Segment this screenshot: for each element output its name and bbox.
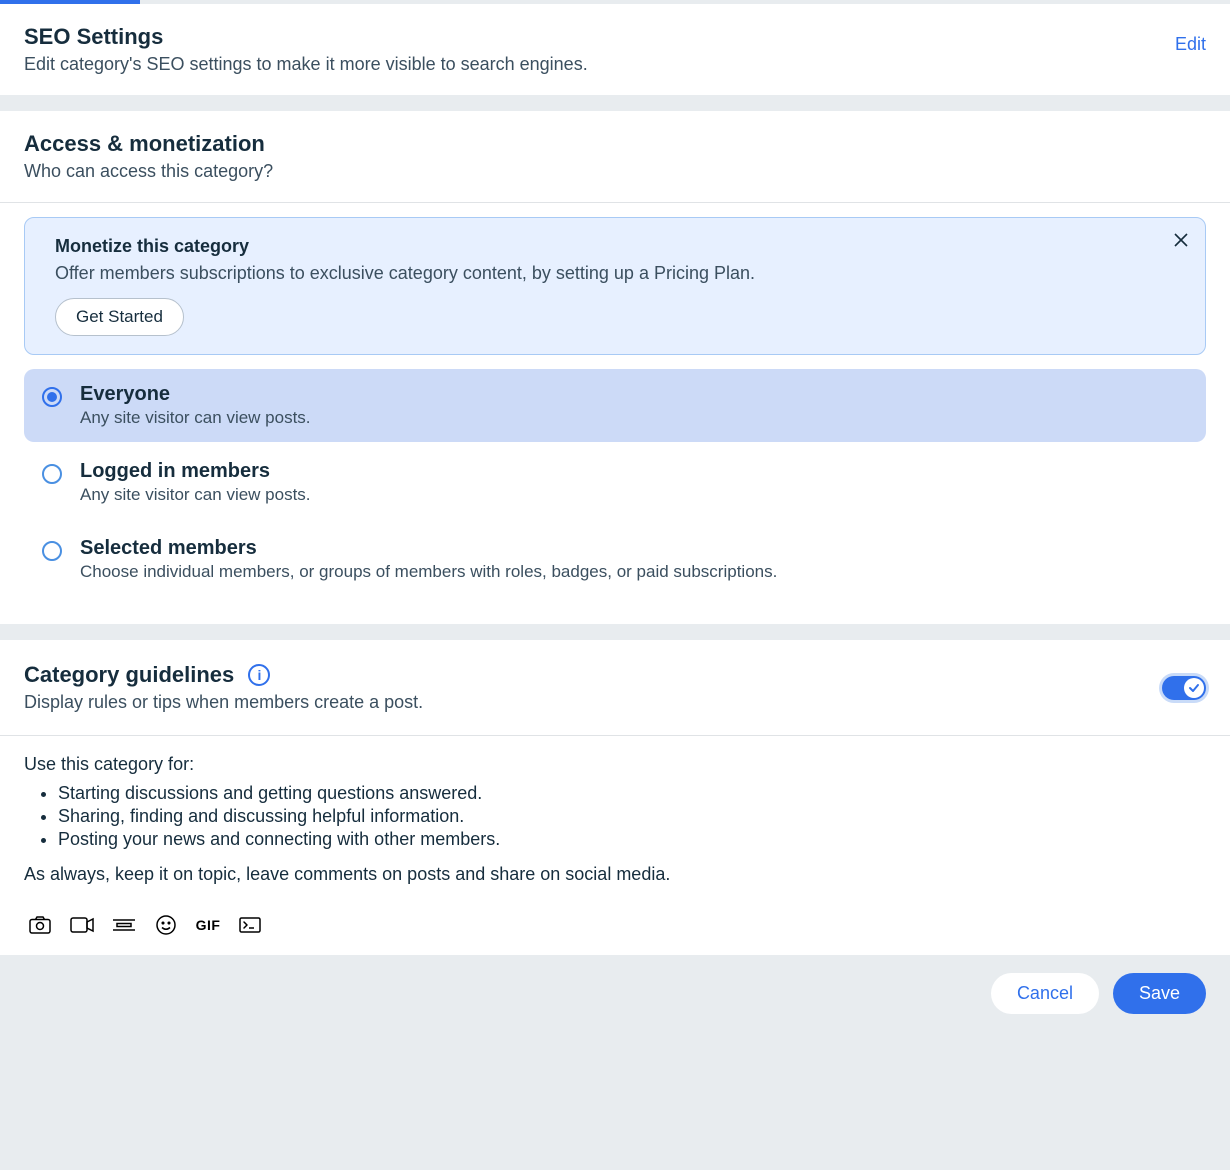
- radio-description: Any site visitor can view posts.: [80, 485, 311, 505]
- save-button[interactable]: Save: [1113, 973, 1206, 1014]
- cancel-button[interactable]: Cancel: [991, 973, 1099, 1014]
- emoji-icon[interactable]: [154, 915, 178, 935]
- radio-description: Choose individual members, or groups of …: [80, 562, 777, 582]
- radio-label: Selected members: [80, 537, 777, 560]
- seo-edit-link[interactable]: Edit: [1175, 34, 1206, 55]
- list-item: Sharing, finding and discussing helpful …: [58, 806, 1206, 827]
- guidelines-section: Category guidelines i Display rules or t…: [0, 640, 1230, 955]
- camera-icon[interactable]: [28, 915, 52, 935]
- guidelines-subtitle: Display rules or tips when members creat…: [24, 692, 423, 713]
- close-icon[interactable]: [1171, 230, 1191, 250]
- video-icon[interactable]: [70, 915, 94, 935]
- radio-label: Everyone: [80, 383, 311, 406]
- monetize-notice: Monetize this category Offer members sub…: [24, 217, 1206, 355]
- divider-icon[interactable]: [112, 915, 136, 935]
- access-option[interactable]: Selected membersChoose individual member…: [24, 523, 1206, 596]
- access-option[interactable]: EveryoneAny site visitor can view posts.: [24, 369, 1206, 442]
- gif-icon[interactable]: GIF: [196, 915, 220, 935]
- monetize-text: Offer members subscriptions to exclusive…: [55, 263, 1175, 284]
- info-icon[interactable]: i: [248, 664, 270, 686]
- radio-button[interactable]: [42, 387, 62, 407]
- access-option[interactable]: Logged in membersAny site visitor can vi…: [24, 446, 1206, 519]
- seo-title: SEO Settings: [24, 24, 588, 50]
- access-title: Access & monetization: [24, 131, 1206, 157]
- access-subtitle: Who can access this category?: [24, 161, 1206, 182]
- guidelines-toggle[interactable]: [1162, 676, 1206, 700]
- footer-bar: Cancel Save: [0, 955, 1230, 1032]
- radio-button[interactable]: [42, 464, 62, 484]
- get-started-button[interactable]: Get Started: [55, 298, 184, 336]
- check-icon: [1184, 678, 1204, 698]
- list-item: Starting discussions and getting questio…: [58, 783, 1206, 804]
- seo-section: SEO Settings Edit category's SEO setting…: [0, 4, 1230, 95]
- list-item: Posting your news and connecting with ot…: [58, 829, 1206, 850]
- seo-subtitle: Edit category's SEO settings to make it …: [24, 54, 588, 75]
- embed-icon[interactable]: [238, 915, 262, 935]
- guidelines-title: Category guidelines i: [24, 662, 423, 688]
- editor-toolbar: GIF: [0, 903, 1230, 955]
- access-section: Access & monetization Who can access thi…: [0, 111, 1230, 624]
- guidelines-content[interactable]: Use this category for: Starting discussi…: [0, 736, 1230, 903]
- guidelines-intro: Use this category for:: [24, 754, 1206, 775]
- radio-label: Logged in members: [80, 460, 311, 483]
- monetize-title: Monetize this category: [55, 236, 1175, 257]
- radio-button[interactable]: [42, 541, 62, 561]
- guidelines-outro: As always, keep it on topic, leave comme…: [24, 864, 1206, 885]
- radio-description: Any site visitor can view posts.: [80, 408, 311, 428]
